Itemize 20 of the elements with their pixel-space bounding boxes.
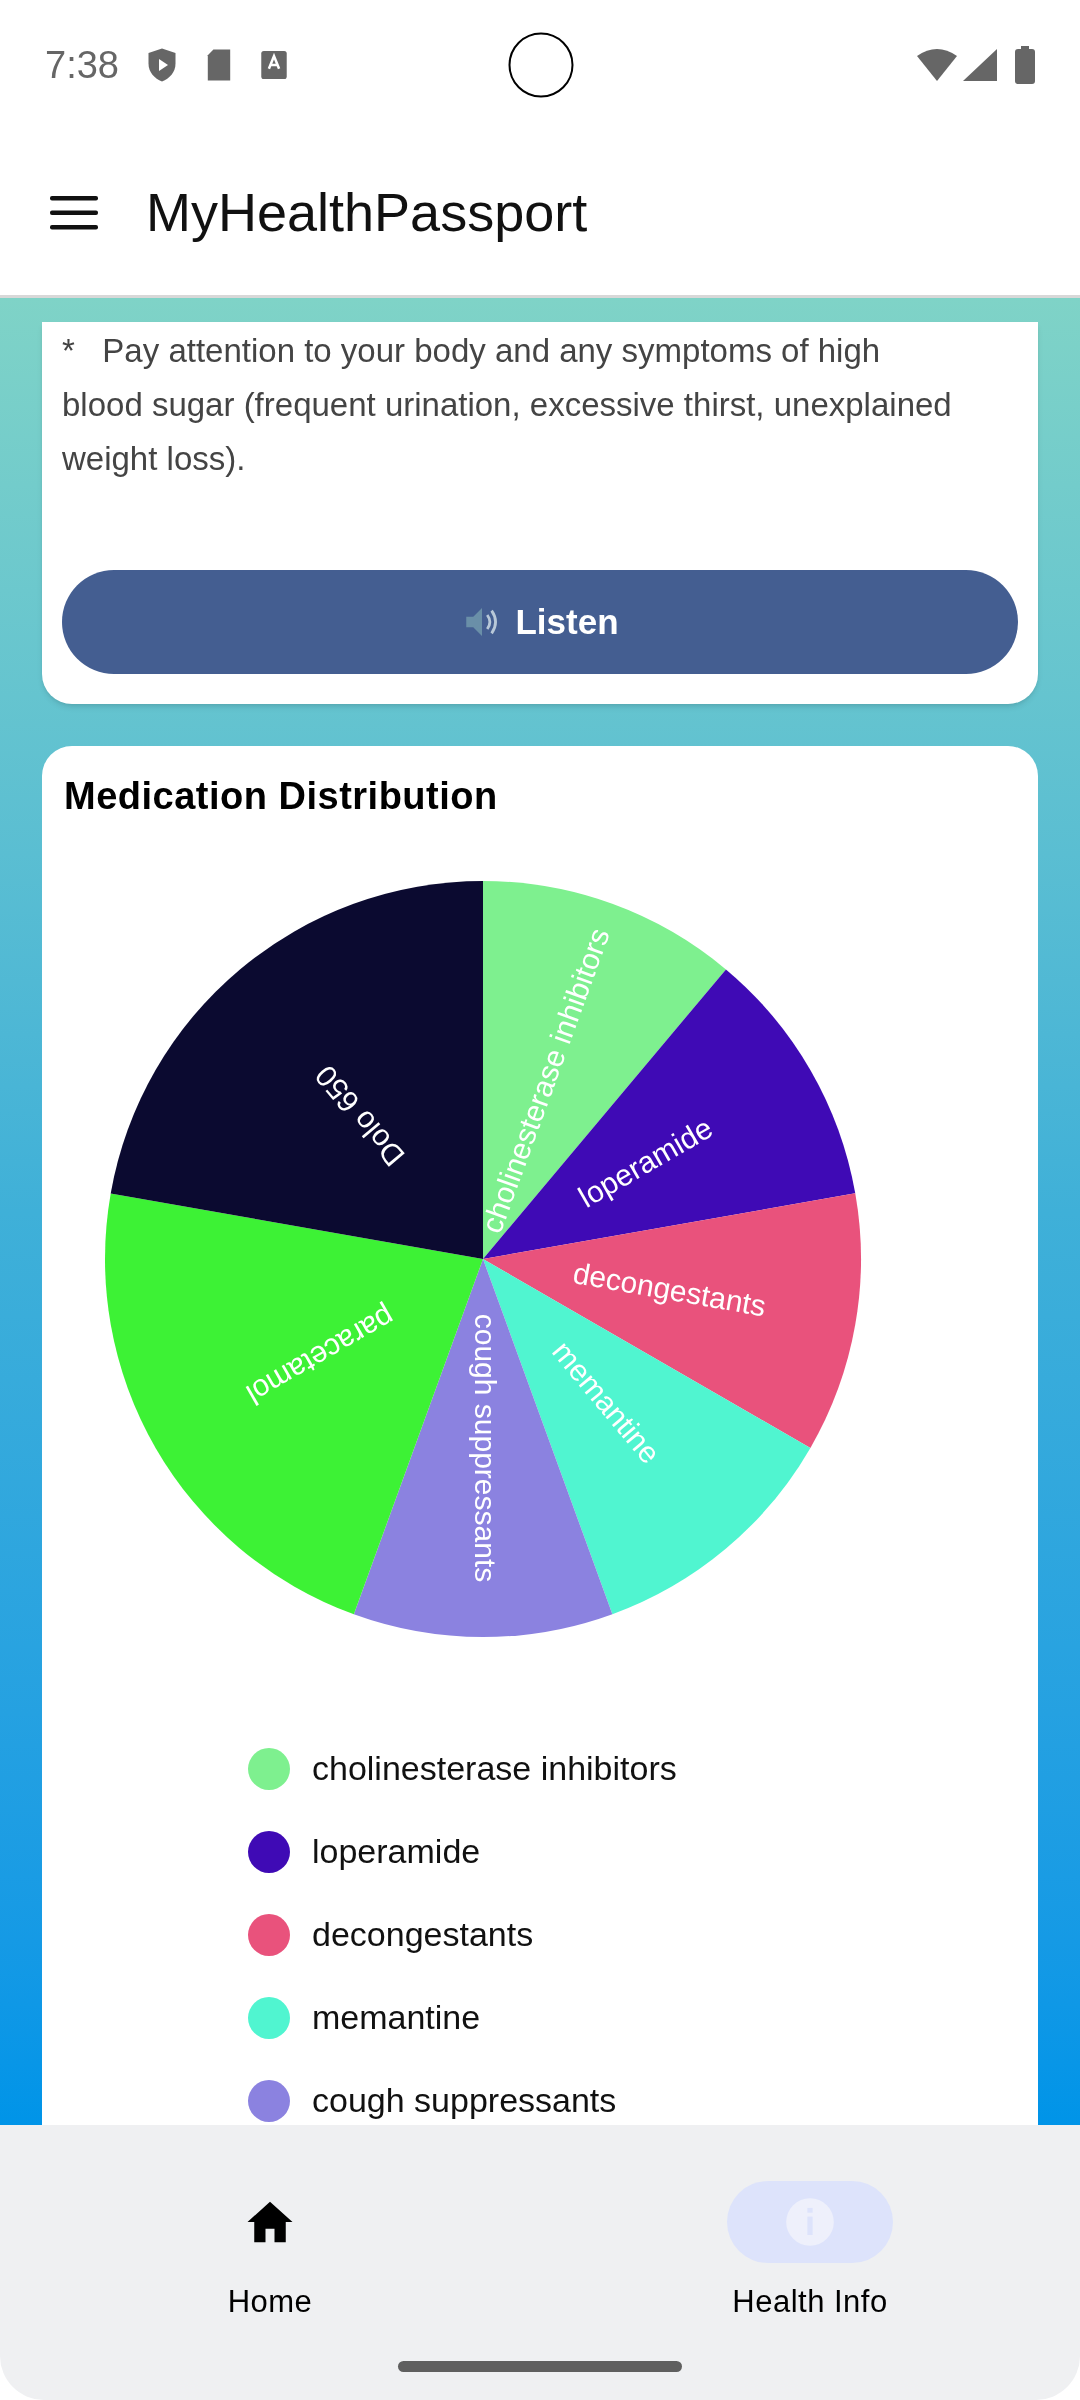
battery-icon (1015, 46, 1035, 84)
legend-label: decongestants (312, 1914, 534, 1955)
advice-text: * Pay attention to your body and any symptoms of high blood sugar (frequent urination, excessive thirst, unexplained weight loss). (62, 331, 953, 479)
camera-cutout-icon (508, 32, 574, 98)
wifi-icon (917, 48, 957, 82)
legend-label: memantine (312, 1997, 481, 2038)
shield-icon (146, 47, 177, 83)
listen-button[interactable]: Listen (62, 570, 1018, 674)
status-time: 7:38 (45, 42, 119, 88)
legend-label: cholinesterase inhibitors (312, 1748, 677, 1789)
legend-label: loperamide (312, 1831, 481, 1872)
signal-icon (963, 49, 997, 81)
menu-icon[interactable] (50, 195, 98, 230)
nav-tab[interactable]: Home (0, 2181, 540, 2326)
nav-tab[interactable]: Health Info (540, 2181, 1080, 2326)
chart-title: Medication Distribution (63, 774, 499, 819)
slice-label: cough suppressants (469, 1313, 503, 1583)
legend-label: cough suppressants (312, 2080, 617, 2121)
app-title: MyHealthPassport (146, 181, 588, 244)
text-icon (260, 51, 287, 79)
